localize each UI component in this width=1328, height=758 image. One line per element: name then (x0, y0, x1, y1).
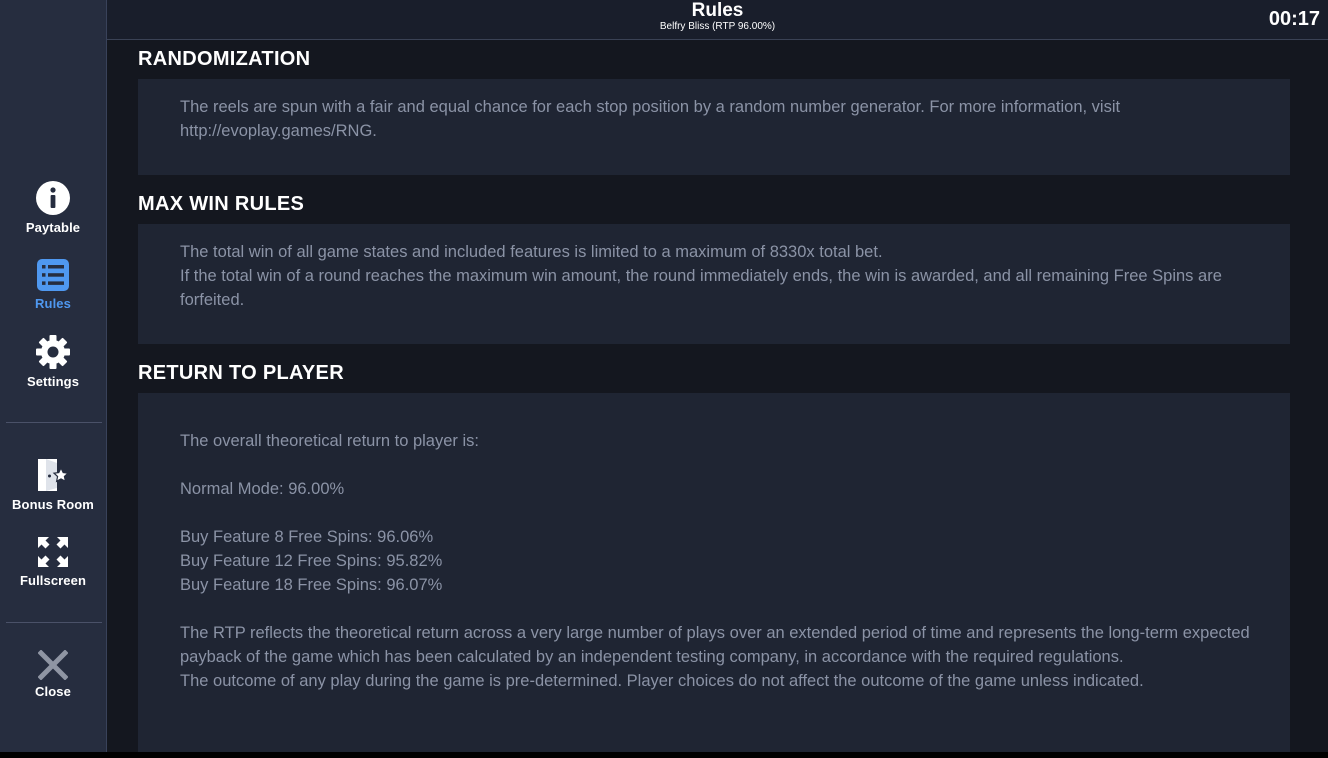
page-title: Rules (691, 0, 744, 21)
game-subtitle: Belfry Bliss (RTP 96.00%) (659, 21, 776, 32)
sidebar-item-label: Close (35, 684, 71, 699)
sidebar-item-settings[interactable]: Settings (0, 334, 106, 389)
header-bar: Rules Belfry Bliss (RTP 96.00%) 00:17 (107, 0, 1328, 40)
rtp-card: The overall theoretical return to player… (138, 393, 1290, 752)
sidebar-item-label: Rules (35, 296, 71, 311)
close-icon (38, 650, 68, 680)
sidebar-divider (6, 422, 102, 423)
sidebar: Paytable Rules Settings Bonus Room Fulls… (0, 0, 107, 752)
sidebar-divider (6, 622, 102, 623)
max-win-card: The total win of all game states and inc… (138, 224, 1290, 344)
rtp-buy-feature-12: Buy Feature 12 Free Spins: 95.82% (180, 552, 443, 570)
section-heading-randomization: RANDOMIZATION (138, 48, 311, 70)
clock: 00:17 (1268, 8, 1320, 30)
max-win-text-2: If the total win of a round reaches the … (180, 267, 1222, 309)
section-heading-max-win: MAX WIN RULES (138, 193, 305, 215)
bottom-edge (0, 752, 1328, 758)
rtp-intro: The overall theoretical return to player… (180, 432, 479, 450)
rtp-buy-feature-8: Buy Feature 8 Free Spins: 96.06% (180, 528, 434, 546)
sidebar-item-label: Settings (26, 374, 80, 389)
rtp-buy-feature-18: Buy Feature 18 Free Spins: 96.07% (180, 576, 443, 594)
list-icon (37, 259, 69, 291)
fullscreen-icon (38, 537, 68, 567)
rtp-normal-mode: Normal Mode: 96.00% (180, 480, 345, 498)
randomization-text: The reels are spun with a fair and equal… (180, 98, 1121, 140)
randomization-card: The reels are spun with a fair and equal… (138, 79, 1290, 175)
rtp-outcome-note: The outcome of any play during the game … (180, 672, 1144, 690)
sidebar-item-fullscreen[interactable]: Fullscreen (0, 535, 106, 588)
sidebar-item-paytable[interactable]: Paytable (0, 180, 106, 235)
sidebar-item-bonus-room[interactable]: Bonus Room (0, 457, 106, 512)
bonus-room-door-star-icon (38, 459, 70, 491)
sidebar-item-rules[interactable]: Rules (0, 258, 106, 311)
max-win-text-1: The total win of all game states and inc… (180, 243, 883, 261)
sidebar-item-close[interactable]: Close (0, 650, 106, 699)
rtp-explanation: The RTP reflects the theoretical return … (180, 624, 1250, 666)
rules-content[interactable]: RANDOMIZATION The reels are spun with a … (107, 40, 1328, 752)
section-heading-rtp: RETURN TO PLAYER (138, 362, 344, 384)
sidebar-item-label: Paytable (25, 220, 81, 235)
info-icon (36, 181, 70, 215)
gear-icon (36, 335, 70, 369)
sidebar-item-label: Fullscreen (19, 573, 87, 588)
sidebar-item-label: Bonus Room (12, 497, 94, 512)
